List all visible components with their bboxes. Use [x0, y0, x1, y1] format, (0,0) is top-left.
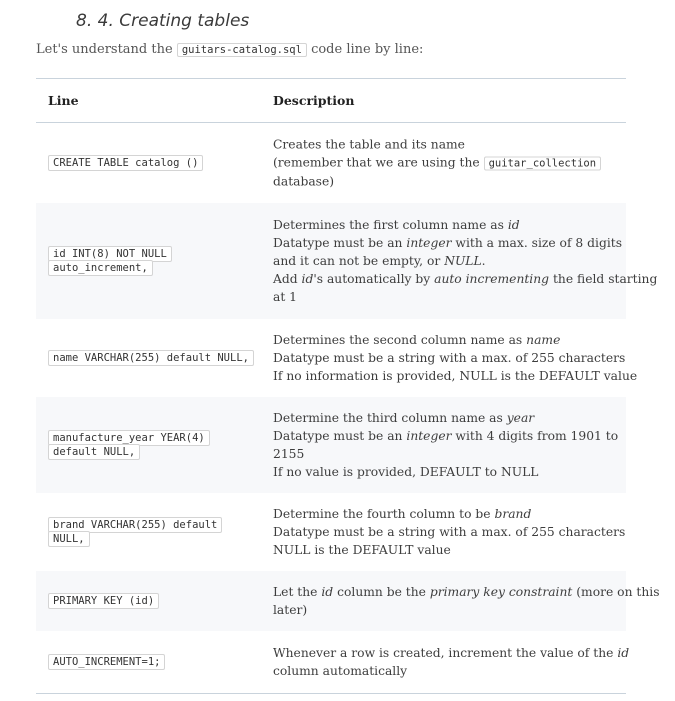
filename-code: guitars-catalog.sql: [176, 43, 307, 57]
description-cell: Determines the first column name as id D…: [273, 218, 658, 304]
header-line: Line: [48, 93, 79, 108]
table-row: id INT(8) NOT NULL auto_increment, Determ…: [36, 203, 658, 319]
code-snippet: CREATE TABLE catalog (): [48, 155, 204, 171]
code-snippet: name VARCHAR(255) default NULL,: [48, 350, 254, 366]
code-cell: manufacture_year YEAR(4) default NULL,: [48, 430, 258, 460]
intro-text: Let's understand the guitars-catalog.sql…: [36, 40, 423, 60]
code-explanation-table: Line Description CREATE TABLE catalog ()…: [36, 78, 660, 694]
description-cell: Creates the table and its name (remember…: [273, 136, 618, 191]
code-snippet: id INT(8) NOT NULL auto_increment,: [48, 246, 172, 276]
code-snippet: AUTO_INCREMENT=1;: [48, 654, 166, 670]
description-cell: Let the id column be the primary key con…: [273, 585, 660, 617]
code-snippet: brand VARCHAR(255) default NULL,: [48, 517, 223, 547]
description-cell: Determine the third column name as year …: [273, 411, 619, 479]
code-snippet: manufacture_year YEAR(4) default NULL,: [48, 430, 210, 460]
code-cell: AUTO_INCREMENT=1;: [48, 654, 258, 670]
code-cell: brand VARCHAR(255) default NULL,: [48, 517, 258, 547]
table-row: manufacture_year YEAR(4) default NULL, De…: [36, 397, 626, 493]
table-row: name VARCHAR(255) default NULL, Determin…: [36, 319, 638, 397]
code-snippet: PRIMARY KEY (id): [48, 593, 160, 609]
section-heading: 8. 4. Creating tables: [76, 11, 250, 31]
database-code: guitar_collection: [483, 156, 602, 171]
code-cell: CREATE TABLE catalog (): [48, 155, 258, 171]
intro-prefix: Let's understand the: [36, 42, 173, 57]
header-description: Description: [273, 93, 355, 108]
table-row: brand VARCHAR(255) default NULL, Determin…: [36, 493, 626, 571]
intro-suffix: code line by line:: [311, 42, 424, 57]
description-cell: Determines the second column name as nam…: [273, 333, 638, 383]
code-cell: id INT(8) NOT NULL auto_increment,: [48, 246, 258, 276]
table-row: PRIMARY KEY (id) Let the id column be th…: [36, 571, 660, 631]
code-cell: PRIMARY KEY (id): [48, 593, 258, 609]
table-header-row: Line Description: [36, 79, 626, 123]
description-cell: Whenever a row is created, increment the…: [273, 646, 630, 678]
table-row: CREATE TABLE catalog () Creates the tabl…: [36, 123, 626, 203]
description-cell: Determine the fourth column to be brand …: [273, 507, 626, 557]
table-row: AUTO_INCREMENT=1; Whenever a row is crea…: [36, 631, 630, 693]
code-cell: name VARCHAR(255) default NULL,: [48, 350, 258, 366]
